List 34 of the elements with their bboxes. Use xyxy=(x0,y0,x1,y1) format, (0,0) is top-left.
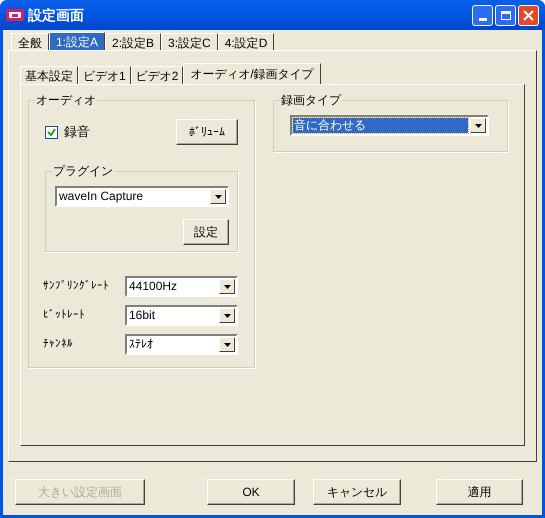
dropdown[interactable]: 16bit xyxy=(125,305,238,326)
push-button[interactable]: ﾎﾞﾘｭｰﾑ xyxy=(176,119,238,145)
close-button[interactable] xyxy=(518,4,539,26)
dropdown[interactable]: 44100Hz xyxy=(125,276,238,297)
record-checkbox[interactable]: 録音 xyxy=(45,122,90,142)
dropdown[interactable]: waveIn Capture xyxy=(55,186,229,207)
tab[interactable]: 基本設定 xyxy=(20,66,78,84)
group-title: プラグイン xyxy=(52,163,114,179)
window-icon xyxy=(6,9,24,21)
window-title: 設定画面 xyxy=(28,6,85,24)
tab[interactable]: ビデオ1 xyxy=(78,66,131,84)
push-button[interactable]: OK xyxy=(207,479,295,505)
field-label: ﾋﾞｯﾄﾚｰﾄ xyxy=(43,308,86,324)
checkbox[interactable] xyxy=(45,126,58,138)
group-title: 録画タイプ xyxy=(280,92,342,108)
dropdown[interactable]: 音に合わせる xyxy=(290,115,489,136)
tab[interactable]: 全般 xyxy=(11,33,49,50)
push-button[interactable]: キャンセル xyxy=(313,479,401,505)
tab[interactable]: オーディオ/録画タイプ xyxy=(183,63,321,84)
dropdown[interactable]: ｽﾃﾚｵ xyxy=(125,334,238,355)
group-title: オーディオ xyxy=(35,92,97,108)
tab[interactable]: ビデオ2 xyxy=(130,66,184,84)
tab[interactable]: 1:設定A xyxy=(49,32,106,50)
tab[interactable]: 3:設定C xyxy=(161,33,218,50)
field-label: ｻﾝﾌﾟﾘﾝｸﾞﾚｰﾄ xyxy=(43,279,110,294)
push-button[interactable]: 設定 xyxy=(183,219,229,245)
tab[interactable]: 2:設定B xyxy=(105,33,162,50)
push-button[interactable]: 適用 xyxy=(436,479,523,505)
tab[interactable]: 4:設定D xyxy=(218,33,274,50)
check-icon xyxy=(47,128,56,136)
maximize-button[interactable] xyxy=(495,4,516,26)
minimize-button[interactable] xyxy=(472,4,493,26)
close-icon xyxy=(523,10,534,20)
field-label: ﾁｬﾝﾈﾙ xyxy=(43,337,74,352)
